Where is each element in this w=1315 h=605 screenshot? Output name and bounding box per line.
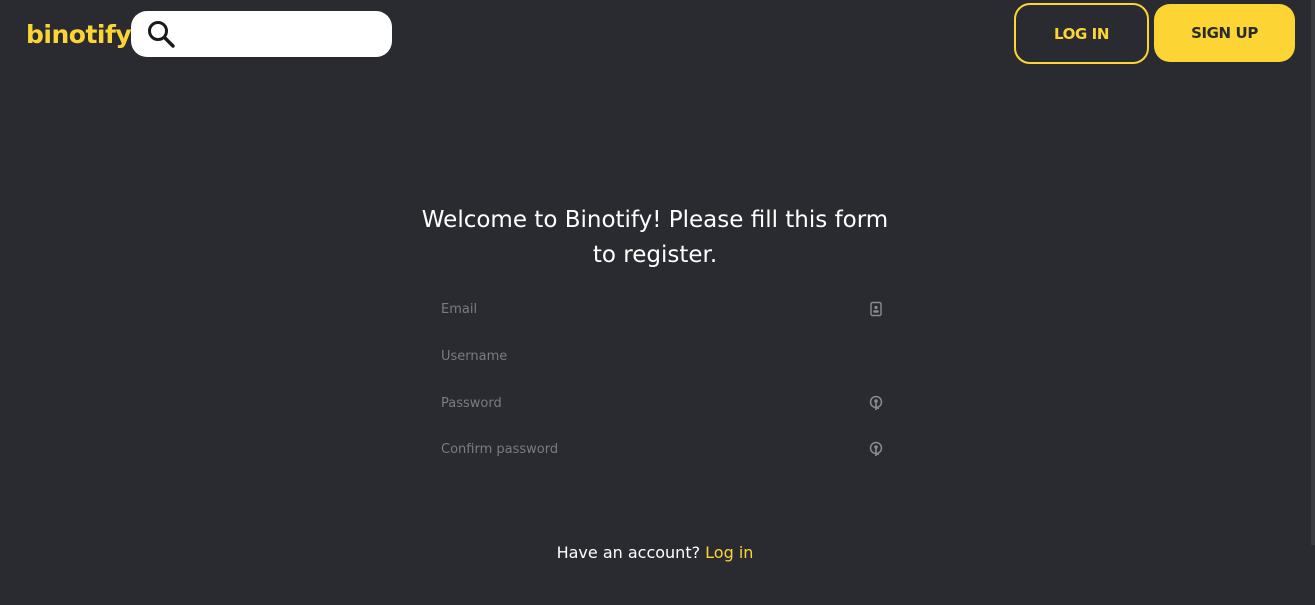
login-prompt-text: Have an account?	[556, 543, 706, 562]
password-input[interactable]	[441, 390, 868, 416]
key-icon	[869, 441, 883, 456]
confirm-password-input[interactable]	[441, 436, 868, 462]
register-page: binotify LOG IN SIGN UP Welcome to Binot…	[0, 0, 1315, 605]
login-link[interactable]: Log in	[705, 543, 753, 562]
signup-button[interactable]: SIGN UP	[1154, 4, 1295, 62]
email-input[interactable]	[441, 296, 868, 322]
id-card-icon	[870, 301, 882, 317]
email-field	[441, 296, 886, 322]
scrollbar[interactable]	[1311, 0, 1315, 545]
search-input[interactable]	[184, 11, 392, 57]
username-field	[441, 343, 886, 369]
search-bar[interactable]	[131, 11, 392, 57]
search-icon[interactable]	[146, 19, 176, 49]
register-title: Welcome to Binotify! Please fill this fo…	[421, 207, 889, 268]
brand-logo[interactable]: binotify	[26, 20, 132, 49]
username-input[interactable]	[441, 343, 886, 369]
login-button[interactable]: LOG IN	[1014, 3, 1149, 64]
confirm-password-field	[441, 436, 886, 462]
login-prompt: Have an account? Log in	[420, 543, 890, 562]
password-field	[441, 390, 886, 416]
key-icon	[869, 395, 883, 410]
